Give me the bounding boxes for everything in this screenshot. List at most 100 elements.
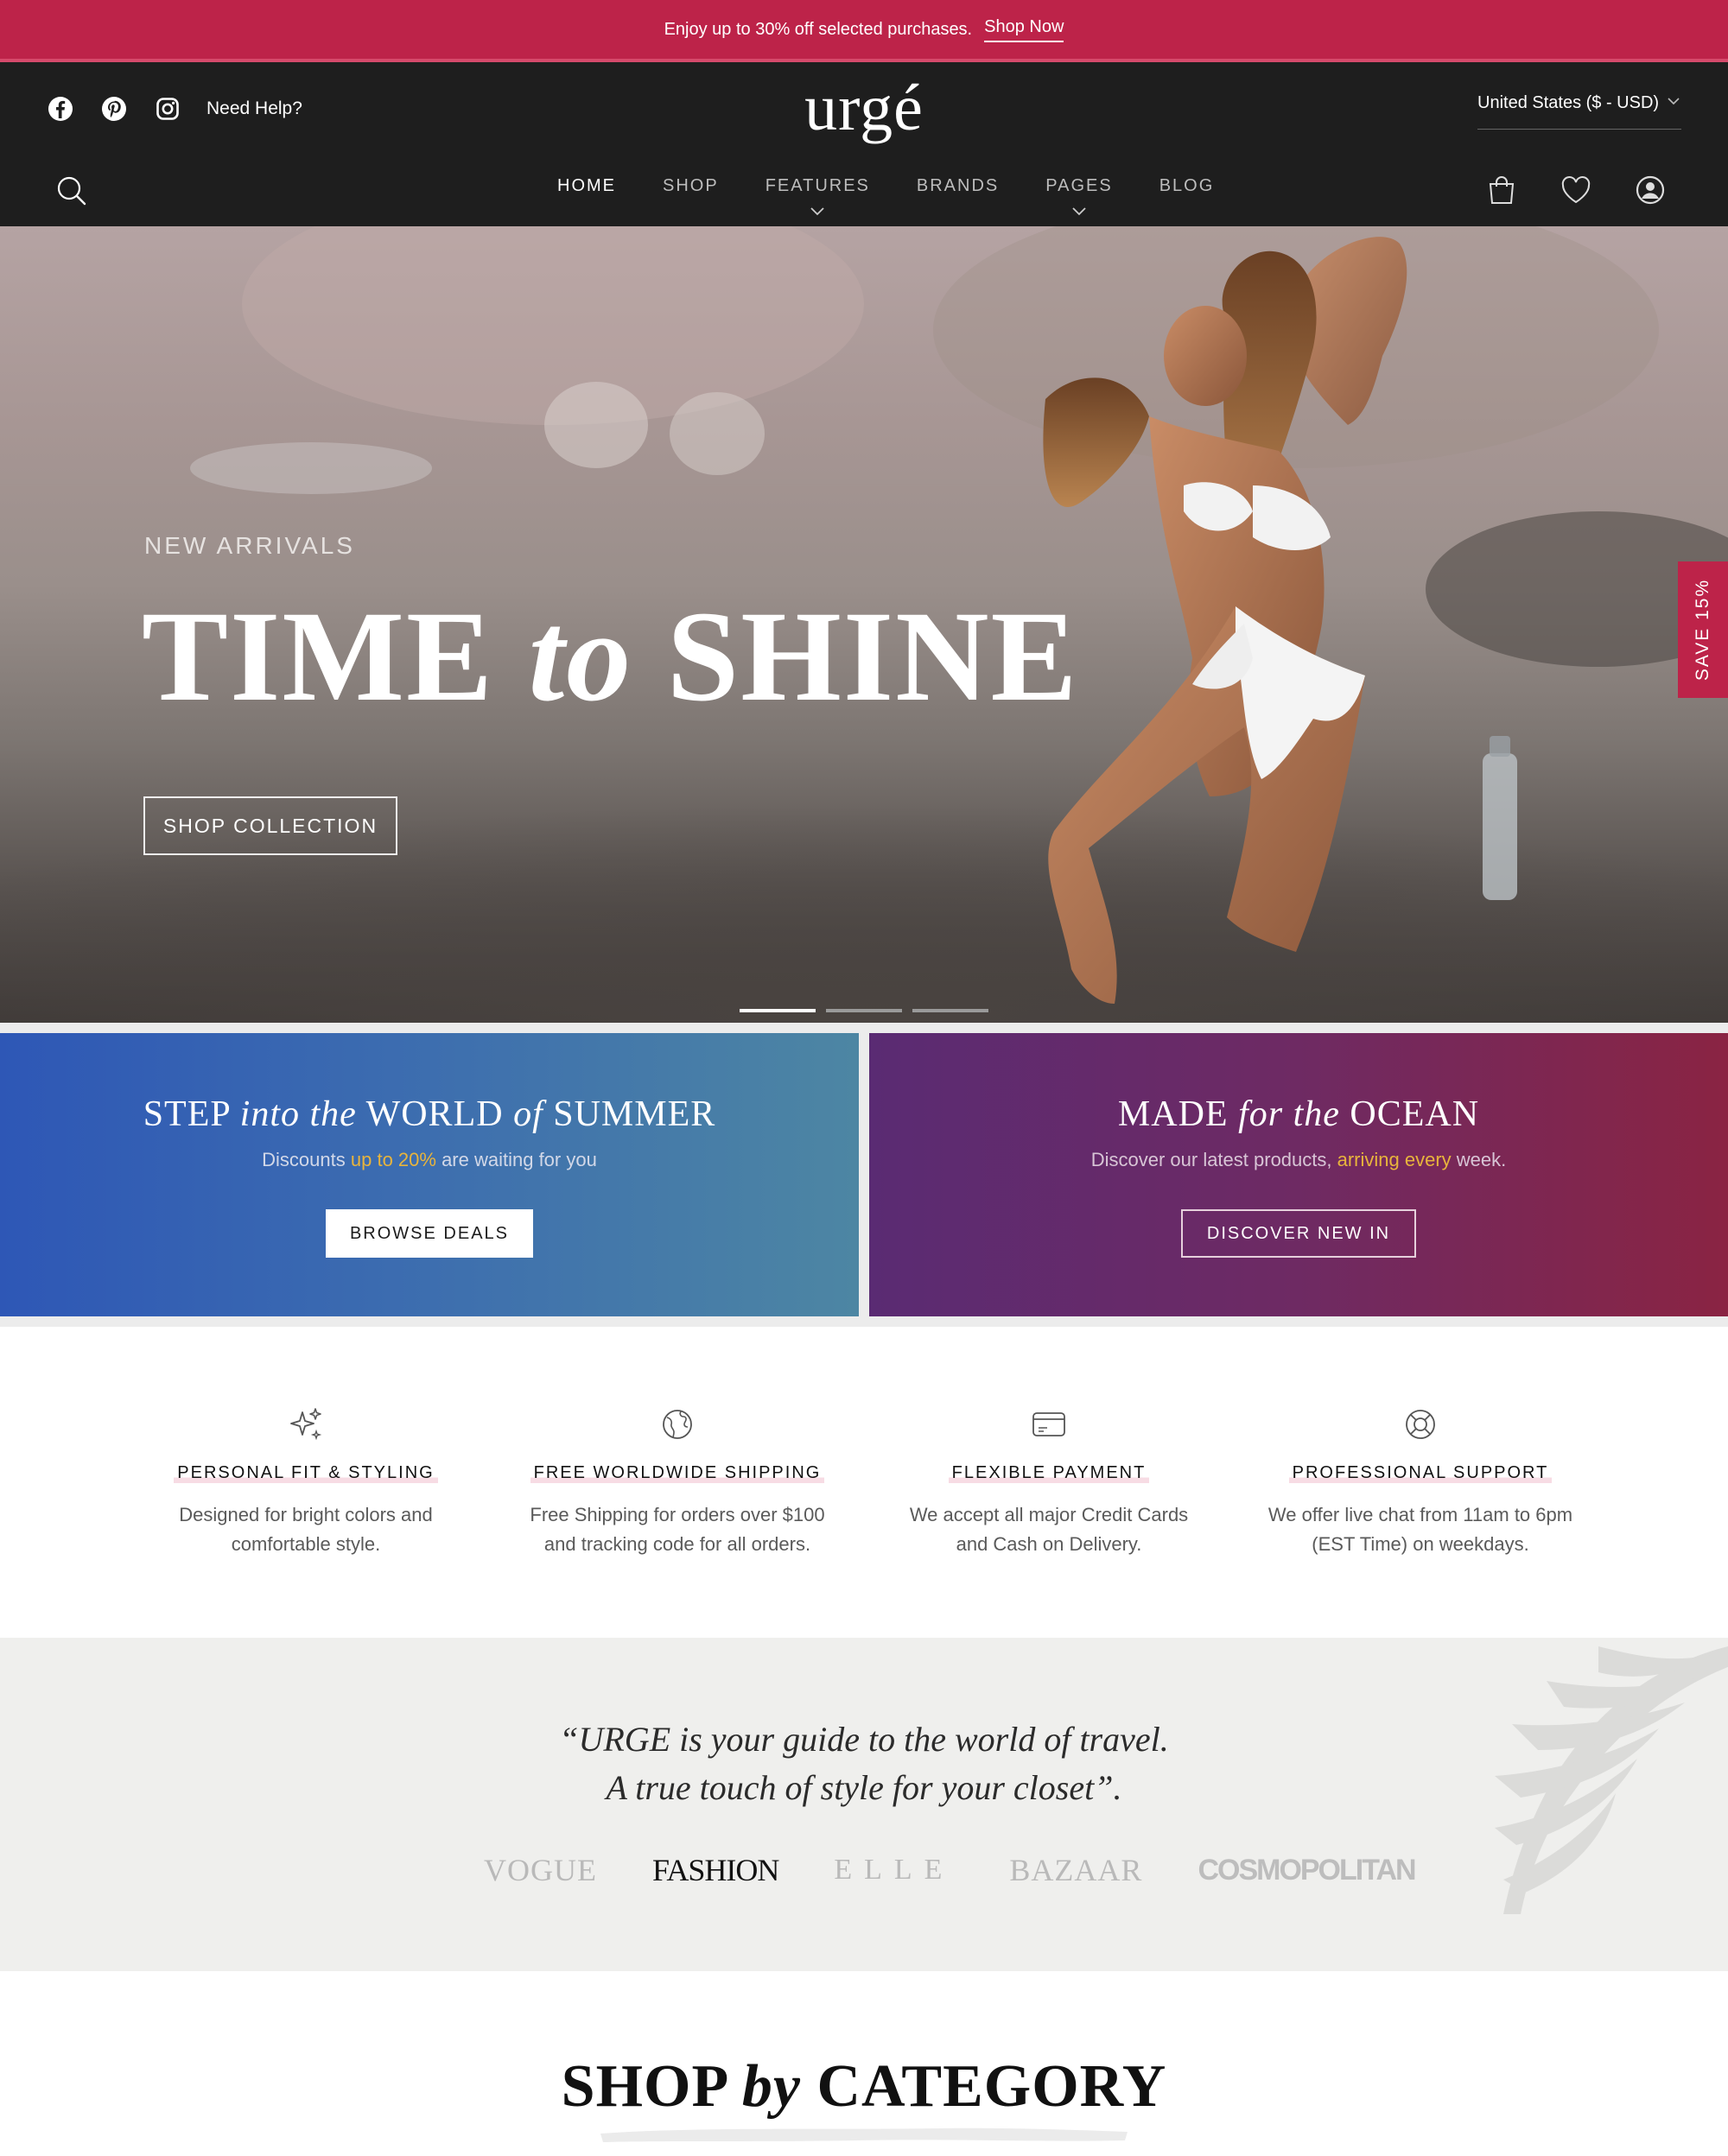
nav-item-brands[interactable]: BRANDS <box>893 176 1022 196</box>
site-header: Need Help? urgé United States ($ - USD) … <box>0 62 1728 226</box>
shop-collection-button[interactable]: SHOP COLLECTION <box>143 796 397 855</box>
feature-text: We offer live chat from 11am to 6pm (EST … <box>1256 1500 1585 1559</box>
promo-title-italic: for the <box>1238 1094 1340 1134</box>
quote-line: “URGE is your guide to the world of trav… <box>559 1720 1169 1759</box>
slide-dot-2[interactable] <box>826 1009 902 1012</box>
need-help-link[interactable]: Need Help? <box>206 98 302 119</box>
nav-item-home[interactable]: HOME <box>534 176 639 196</box>
bag-icon[interactable] <box>1484 173 1519 212</box>
feature-title: PROFESSIONAL SUPPORT <box>1288 1463 1553 1483</box>
announcement-text: Enjoy up to 30% off selected purchases. <box>664 19 973 39</box>
cosmopolitan-logo[interactable]: COSMOPOLITAN <box>1198 1854 1416 1887</box>
globe-icon <box>658 1405 697 1444</box>
brush-underline <box>600 2127 1128 2142</box>
category-title-word: SHOP <box>561 2053 727 2120</box>
feature-line: (EST Time) on weekdays. <box>1312 1533 1529 1555</box>
instagram-icon[interactable] <box>154 95 181 123</box>
promo-title-word: WORLD <box>365 1094 504 1134</box>
hero-title: TIME to SHINE <box>142 579 1079 734</box>
promo-highlight: up to 20% <box>350 1149 436 1170</box>
promo-highlight: arriving every <box>1337 1149 1452 1170</box>
nav-item-pages[interactable]: PAGES <box>1022 176 1135 216</box>
feature-line: We accept all major Credit Cards <box>909 1504 1189 1525</box>
feature-title: FLEXIBLE PAYMENT <box>948 1463 1150 1483</box>
feature-shipping: FREE WORLDWIDE SHIPPING Free Shipping fo… <box>513 1405 842 1559</box>
browse-deals-button[interactable]: BROWSE DEALS <box>325 1209 534 1258</box>
promo-text: Discover our latest products, arriving e… <box>1091 1149 1507 1171</box>
shop-by-category-title: SHOP by CATEGORY <box>0 2052 1728 2121</box>
main-nav: HOME SHOP FEATURES BRANDS PAGES BLOG <box>534 176 1238 216</box>
announcement-bar: Enjoy up to 30% off selected purchases. … <box>0 0 1728 59</box>
nav-item-blog[interactable]: BLOG <box>1136 176 1238 196</box>
promo-title-italic: into the <box>239 1094 357 1134</box>
feature-line: and tracking code for all orders. <box>543 1533 811 1555</box>
nav-item-features[interactable]: FEATURES <box>742 176 893 216</box>
pinterest-icon[interactable] <box>100 95 128 123</box>
quote-line: A true touch of style for your closet”. <box>606 1768 1122 1807</box>
feature-text: Designed for bright colors and comfortabl… <box>142 1500 470 1559</box>
feature-line: We offer live chat from 11am to 6pm <box>1267 1504 1573 1525</box>
promo-title: MADE for the OCEAN <box>1118 1094 1479 1135</box>
feature-support: PROFESSIONAL SUPPORT We offer live chat … <box>1256 1405 1585 1559</box>
category-title-italic: by <box>741 2053 801 2120</box>
promo-text-part: Discover our latest products, <box>1090 1149 1337 1170</box>
search-icon[interactable] <box>55 174 90 209</box>
promo-text-part: are waiting for you <box>435 1149 597 1170</box>
slider-pagination <box>740 1009 988 1012</box>
promo-title: STEP into the WORLD of SUMMER <box>143 1094 716 1135</box>
promo-ocean: MADE for the OCEAN Discover our latest p… <box>869 1033 1728 1316</box>
feature-title: FREE WORLDWIDE SHIPPING <box>530 1463 825 1483</box>
social-links <box>47 95 181 123</box>
account-icon[interactable] <box>1633 173 1668 212</box>
credit-card-icon <box>1029 1405 1069 1444</box>
feature-line: and Cash on Delivery. <box>956 1533 1142 1555</box>
feature-text: Free Shipping for orders over $100 and tr… <box>513 1500 842 1559</box>
nav-label: HOME <box>557 176 616 195</box>
heart-icon[interactable] <box>1559 173 1593 212</box>
nav-item-shop[interactable]: SHOP <box>639 176 742 196</box>
hero-title-part2: SHINE <box>666 585 1079 728</box>
slide-dot-1[interactable] <box>740 1009 816 1012</box>
elle-logo[interactable]: ELLE <box>834 1854 954 1886</box>
slide-dot-3[interactable] <box>912 1009 988 1012</box>
vogue-logo[interactable]: VOGUE <box>484 1852 597 1888</box>
save-15-tab[interactable]: SAVE 15% <box>1678 561 1728 698</box>
feature-payment: FLEXIBLE PAYMENT We accept all major Cre… <box>885 1405 1213 1559</box>
promo-title-word: MADE <box>1117 1094 1229 1134</box>
press-logos: VOGUE FASHION ELLE BAZAAR COSMOPOLITAN <box>484 1852 1417 1888</box>
discover-new-in-button[interactable]: DISCOVER NEW IN <box>1180 1209 1417 1258</box>
nav-label: BLOG <box>1159 176 1215 195</box>
category-title-word: CATEGORY <box>816 2053 1167 2120</box>
features-section: PERSONAL FIT & STYLING Designed for brig… <box>0 1327 1728 1638</box>
promo-title-word: OCEAN <box>1350 1094 1480 1134</box>
nav-label: PAGES <box>1045 176 1113 195</box>
press-quote-section: “URGE is your guide to the world of trav… <box>0 1638 1728 1971</box>
nav-label: FEATURES <box>765 176 870 195</box>
bazaar-logo[interactable]: BAZAAR <box>1009 1852 1142 1888</box>
feature-line: Designed for bright colors and <box>179 1504 433 1525</box>
site-logo[interactable]: urgé <box>778 71 950 146</box>
feature-text: We accept all major Credit Cards and Cash… <box>885 1500 1213 1559</box>
promo-text: Discounts up to 20% are waiting for you <box>262 1149 597 1171</box>
promo-title-italic: of <box>513 1094 543 1134</box>
currency-label: United States ($ - USD) <box>1477 93 1660 112</box>
hero-title-italic: to <box>528 585 633 728</box>
chevron-down-icon <box>1666 93 1681 114</box>
facebook-icon[interactable] <box>47 95 74 123</box>
nav-label: BRANDS <box>916 176 1000 195</box>
save-tab-label: SAVE 15% <box>1693 578 1712 682</box>
press-quote: “URGE is your guide to the world of trav… <box>0 1715 1728 1812</box>
sparkles-icon <box>286 1405 326 1444</box>
promo-title-word: SUMMER <box>553 1094 716 1134</box>
fashion-logo[interactable]: FASHION <box>652 1852 779 1888</box>
shop-now-link[interactable]: Shop Now <box>984 17 1064 42</box>
promo-text-part: week. <box>1451 1149 1507 1170</box>
hero-title-part1: TIME <box>142 585 495 728</box>
feature-personal-fit: PERSONAL FIT & STYLING Designed for brig… <box>142 1405 470 1559</box>
chevron-down-icon <box>1071 202 1087 222</box>
hero-subtitle: NEW ARRIVALS <box>144 532 355 559</box>
promo-title-word: STEP <box>143 1094 231 1134</box>
currency-selector[interactable]: United States ($ - USD) <box>1477 93 1681 130</box>
feature-line: comfortable style. <box>231 1533 381 1555</box>
header-actions <box>1484 173 1668 212</box>
